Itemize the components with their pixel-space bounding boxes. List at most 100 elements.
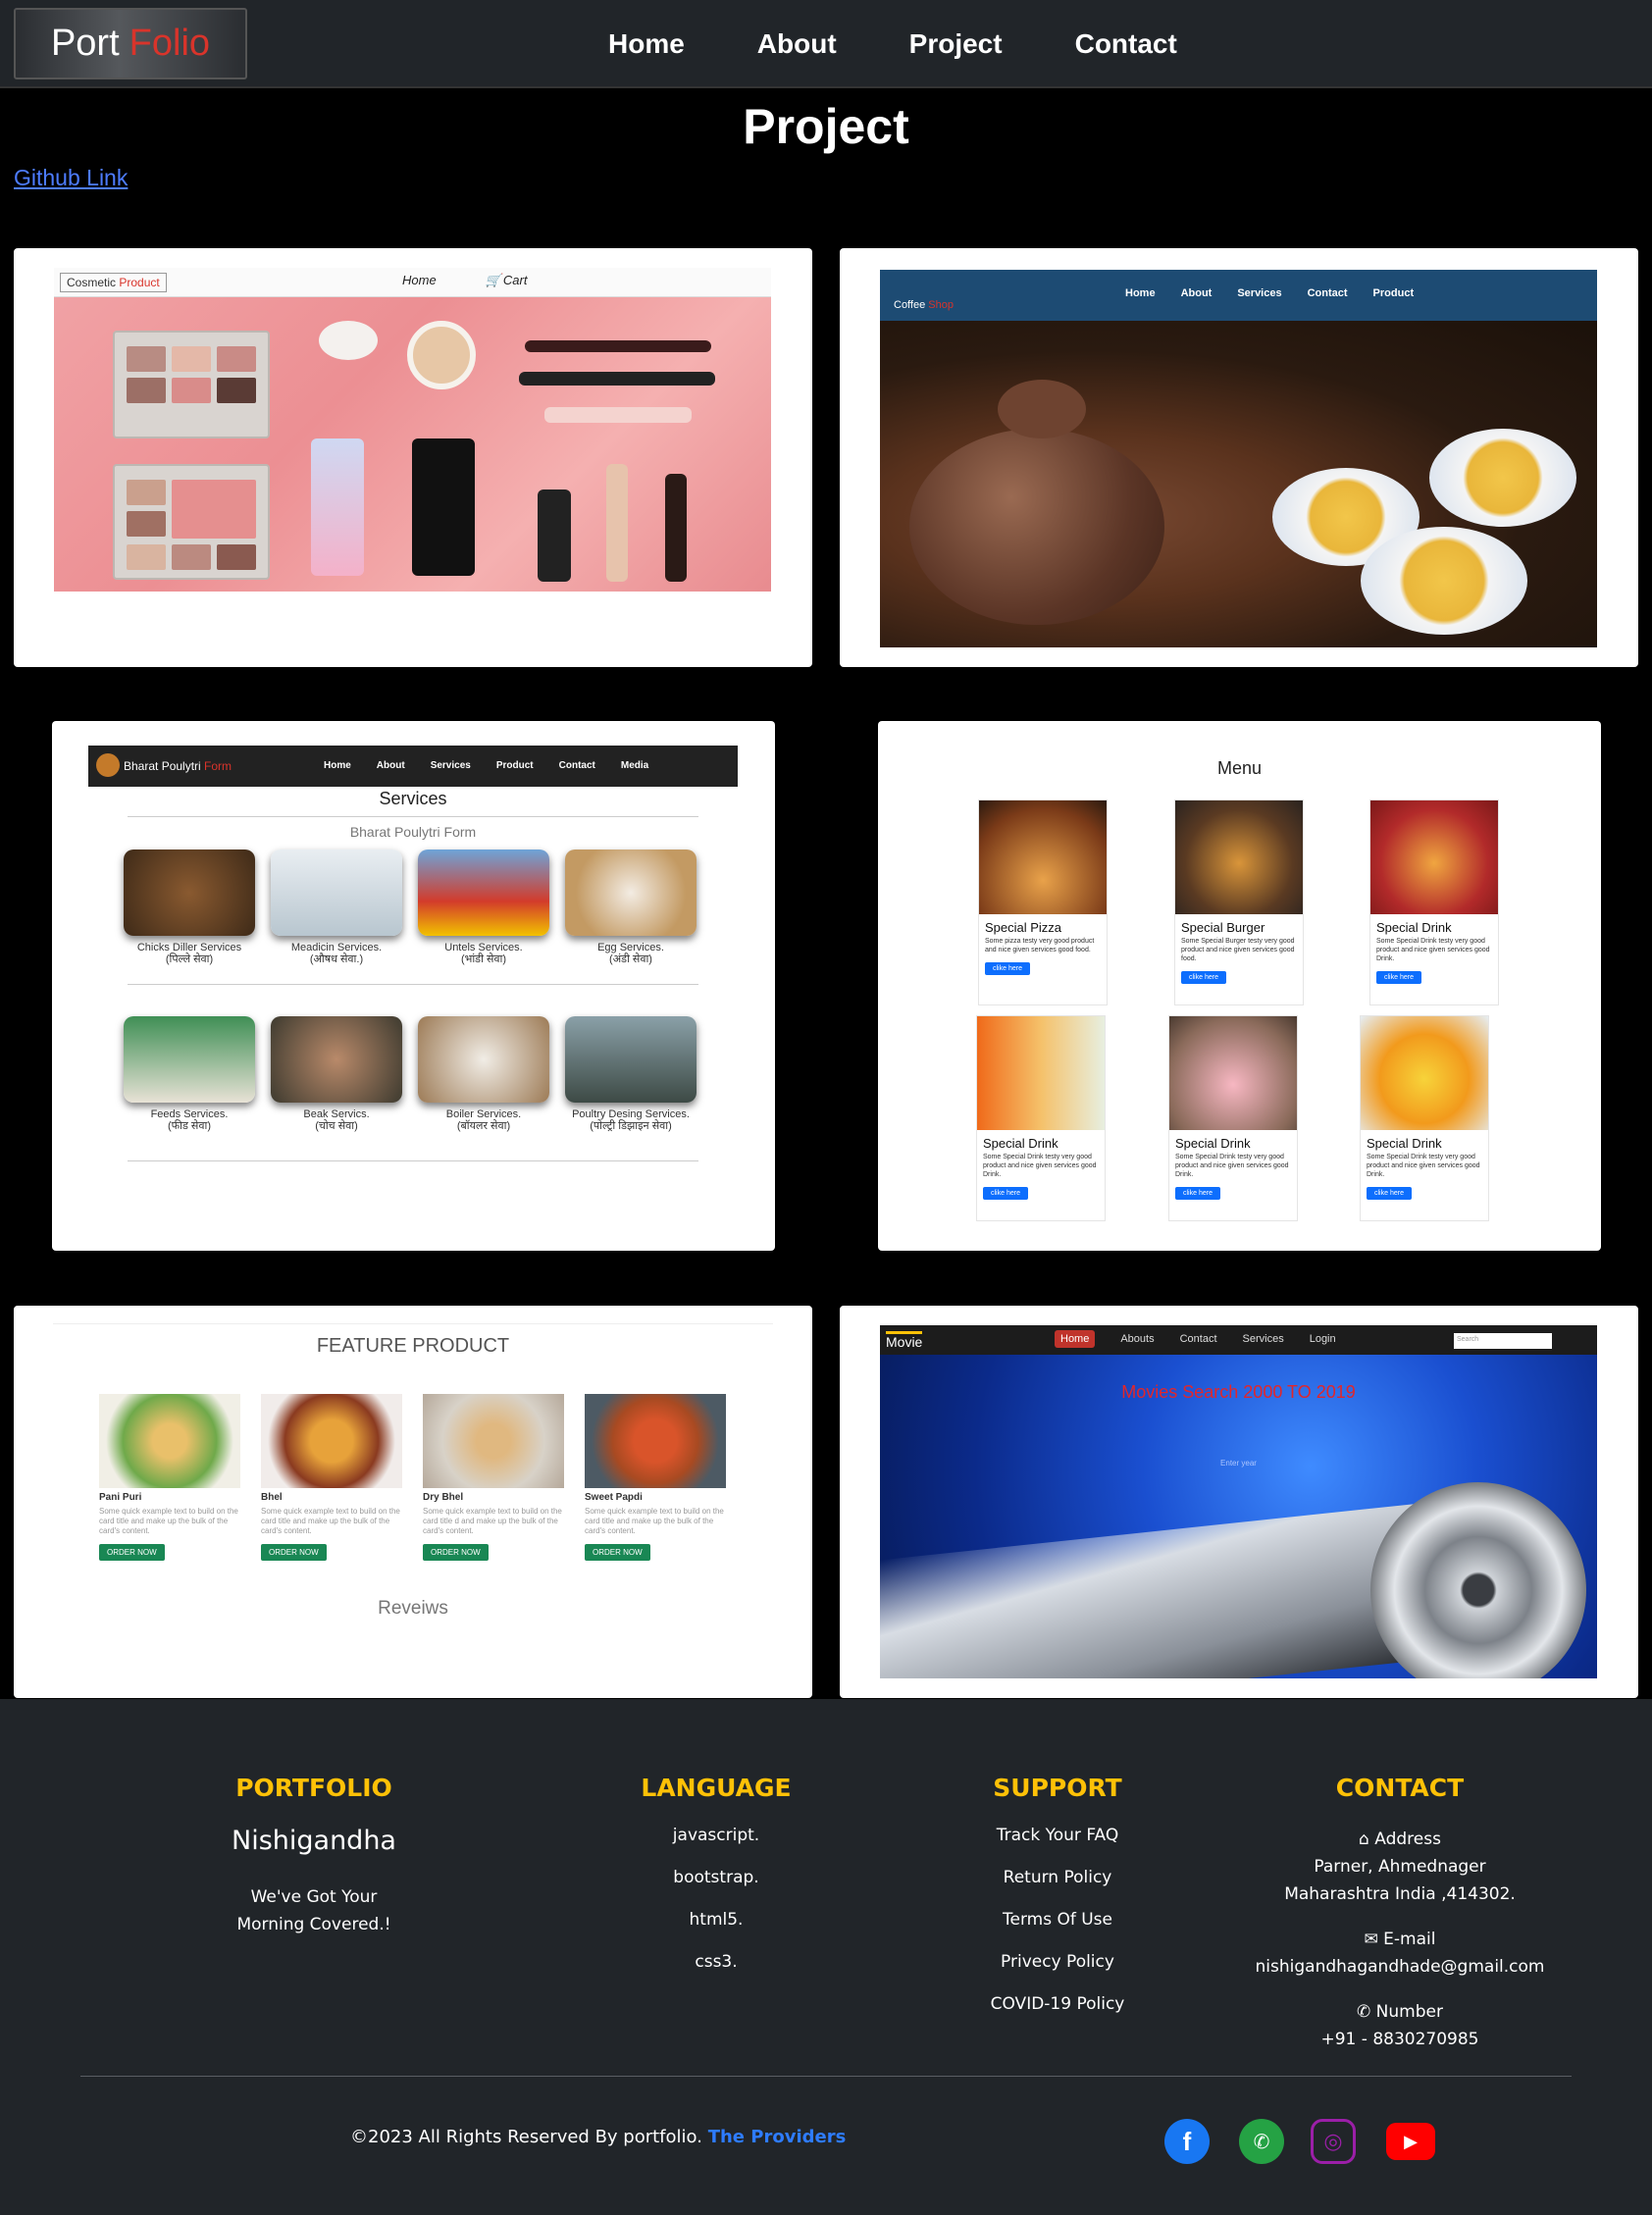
- nav-link-about[interactable]: About: [757, 28, 837, 60]
- brand-word-folio: Folio: [129, 23, 211, 64]
- project-card-poultry[interactable]: Bharat Poulytri Form Home About Services Pr…: [52, 721, 775, 1251]
- footer-contact: CONTACT ⌂ Address Parner, Ahmednager Mah…: [1253, 1774, 1547, 2053]
- poultry-service-item: Poultry Desing Services. (पोल्ट्री डिझाइन…: [565, 1016, 697, 1132]
- menu-item-button[interactable]: clike here: [985, 962, 1030, 975]
- feature-item: Dry Bhel Some quick example text to buil…: [423, 1394, 564, 1561]
- nav-link-home[interactable]: Home: [608, 28, 685, 60]
- address-line: Maharashtra India ,414302.: [1284, 1884, 1516, 1904]
- menu-title: Menu: [1216, 758, 1263, 778]
- youtube-icon[interactable]: ▶: [1386, 2123, 1435, 2160]
- menu-item-card: Special Burger Some Special Burger testy…: [1174, 799, 1304, 1005]
- number-label: Number: [1375, 2002, 1443, 2022]
- whatsapp-icon[interactable]: ✆: [1239, 2119, 1284, 2164]
- phone-icon: ✆: [1357, 2002, 1371, 2022]
- menu-item-button[interactable]: clike here: [1367, 1187, 1412, 1200]
- instagram-icon[interactable]: ◎: [1311, 2119, 1356, 2164]
- movie-brand: Movie: [886, 1331, 923, 1350]
- cart-icon: 🛒: [485, 273, 501, 287]
- footer-language-item[interactable]: bootstrap.: [598, 1868, 834, 1887]
- feature-title: FEATURE PRODUCT: [316, 1335, 510, 1357]
- poultry-screenshot: Bharat Poulytri Form Home About Services Pr…: [88, 746, 738, 1177]
- movie-nav-links: Home Abouts Contact Services Login: [1055, 1330, 1362, 1348]
- menu-item-card: Special Drink Some Special Drink testy v…: [1360, 1015, 1489, 1221]
- address-label: Address: [1374, 1829, 1441, 1849]
- navbar: Port Folio Home About Project Contact: [0, 0, 1652, 88]
- coffee-navbar: Coffee Shop Home About Services Contact Prod…: [880, 270, 1597, 321]
- movie-navbar: Movie Home Abouts Contact Services Login Sea…: [880, 1325, 1597, 1355]
- footer-support: SUPPORT Track Your FAQ Return Policy Ter…: [940, 1774, 1175, 2036]
- menu-item-card: Special Drink Some Special Drink testy v…: [1369, 799, 1499, 1005]
- page-title: Project: [743, 99, 909, 154]
- cosmetic-brand: Cosmetic Product: [60, 273, 167, 292]
- footer-support-link[interactable]: Track Your FAQ: [940, 1826, 1175, 1845]
- poultry-brand: Bharat Poulytri Form: [124, 759, 232, 773]
- menu-item-button[interactable]: clike here: [1175, 1187, 1220, 1200]
- poultry-service-item: Boiler Services. (बॉयलर सेवा): [418, 1016, 549, 1132]
- poultry-nav-links: Home About Services Product Contact Media: [324, 760, 649, 771]
- project-card-feature[interactable]: FEATURE PRODUCT Pani Puri Some quick exa…: [14, 1306, 812, 1698]
- nav-link-contact[interactable]: Contact: [1075, 28, 1177, 60]
- palette-image: [113, 331, 270, 438]
- order-now-button[interactable]: ORDER NOW: [423, 1544, 489, 1561]
- teapot-image: [880, 321, 1597, 647]
- footer-support-link[interactable]: COVID-19 Policy: [940, 1994, 1175, 2014]
- github-link[interactable]: Github Link: [14, 165, 128, 191]
- footer-support-heading: SUPPORT: [993, 1774, 1122, 1802]
- cosmetic-nav-links: Home 🛒 Cart: [402, 273, 576, 288]
- footer-support-link[interactable]: Privecy Policy: [940, 1952, 1175, 1972]
- footer-language: LANGUAGE javascript. bootstrap. html5. c…: [598, 1774, 834, 1994]
- cosmetic-navbar: Cosmetic Product Home 🛒 Cart: [54, 268, 771, 297]
- menu-item-button[interactable]: clike here: [1376, 971, 1421, 984]
- phone-number[interactable]: +91 - 8830270985: [1253, 2026, 1547, 2053]
- poultry-services-title: Services: [379, 789, 447, 808]
- footer-language-item[interactable]: html5.: [598, 1910, 834, 1930]
- order-now-button[interactable]: ORDER NOW: [99, 1544, 165, 1561]
- menu-item-button[interactable]: clike here: [983, 1187, 1028, 1200]
- footer-support-link[interactable]: Return Policy: [940, 1868, 1175, 1887]
- footer-language-item[interactable]: javascript.: [598, 1826, 834, 1845]
- nav-link-project[interactable]: Project: [909, 28, 1003, 60]
- movie-screenshot: Movie Home Abouts Contact Services Login Sea…: [880, 1325, 1597, 1678]
- brand-logo[interactable]: Port Folio: [14, 8, 247, 79]
- feature-item: Pani Puri Some quick example text to bui…: [99, 1394, 240, 1561]
- feature-item: Sweet Papdi Some quick example text to b…: [585, 1394, 726, 1561]
- order-now-button[interactable]: ORDER NOW: [261, 1544, 327, 1561]
- footer-language-heading: LANGUAGE: [641, 1774, 792, 1802]
- cosmetic-nav-cart: Cart: [502, 273, 528, 287]
- coffee-brand: Coffee Shop: [894, 299, 954, 311]
- nav-links: Home About Project Contact: [608, 0, 1250, 88]
- address-line: Parner, Ahmednager: [1314, 1857, 1486, 1877]
- poultry-service-item: Untels Services. (भांडी सेवा): [418, 850, 549, 965]
- footer-name: Nishigandha: [232, 1826, 396, 1856]
- brand-word-port: Port: [50, 23, 120, 64]
- menu-item-card: Special Pizza Some pizza testy very good…: [978, 799, 1108, 1005]
- chicken-logo-icon: [96, 753, 120, 777]
- coffee-screenshot: Coffee Shop Home About Services Contact Prod…: [880, 270, 1597, 647]
- footer-language-item[interactable]: css3.: [598, 1952, 834, 1972]
- providers-link[interactable]: The Providers: [708, 2127, 847, 2147]
- footer-portfolio: PORTFOLIO Nishigandha We've Got Your Mor…: [196, 1774, 432, 1938]
- feature-item: Bhel Some quick example text to build on…: [261, 1394, 402, 1561]
- facebook-icon[interactable]: f: [1164, 2119, 1210, 2164]
- footer-tagline: We've Got Your: [250, 1887, 378, 1907]
- copyright: ©2023 All Rights Reserved By portfolio. …: [350, 2127, 847, 2147]
- footer-divider: [80, 2076, 1572, 2077]
- footer: PORTFOLIO Nishigandha We've Got Your Mor…: [0, 1699, 1652, 2215]
- project-card-cosmetic[interactable]: Cosmetic Product Home 🛒 Cart: [14, 248, 812, 667]
- project-card-coffee[interactable]: Coffee Shop Home About Services Contact Prod…: [840, 248, 1638, 667]
- cosmetic-nav-home: Home: [402, 273, 437, 287]
- coffee-nav-links: Home About Services Contact Product: [1125, 287, 1415, 299]
- menu-item-button[interactable]: clike here: [1181, 971, 1226, 984]
- footer-contact-heading: CONTACT: [1335, 1774, 1465, 1802]
- footer-support-link[interactable]: Terms Of Use: [940, 1910, 1175, 1930]
- envelope-icon: ✉: [1364, 1930, 1378, 1949]
- email-address[interactable]: nishigandhagandhade@gmail.com: [1253, 1953, 1547, 1981]
- project-card-menu[interactable]: Menu Special Pizza Some pizza testy very…: [878, 721, 1601, 1251]
- movie-title: Movies Search 2000 TO 2019: [1121, 1382, 1356, 1402]
- footer-tagline: Morning Covered.!: [236, 1915, 391, 1934]
- menu-item-card: Special Drink Some Special Drink testy v…: [976, 1015, 1106, 1221]
- order-now-button[interactable]: ORDER NOW: [585, 1544, 650, 1561]
- poultry-service-item: Feeds Services. (फीड सेवा): [124, 1016, 255, 1132]
- project-card-movie[interactable]: Movie Home Abouts Contact Services Login Sea…: [840, 1306, 1638, 1698]
- film-reel-image: [1370, 1482, 1586, 1678]
